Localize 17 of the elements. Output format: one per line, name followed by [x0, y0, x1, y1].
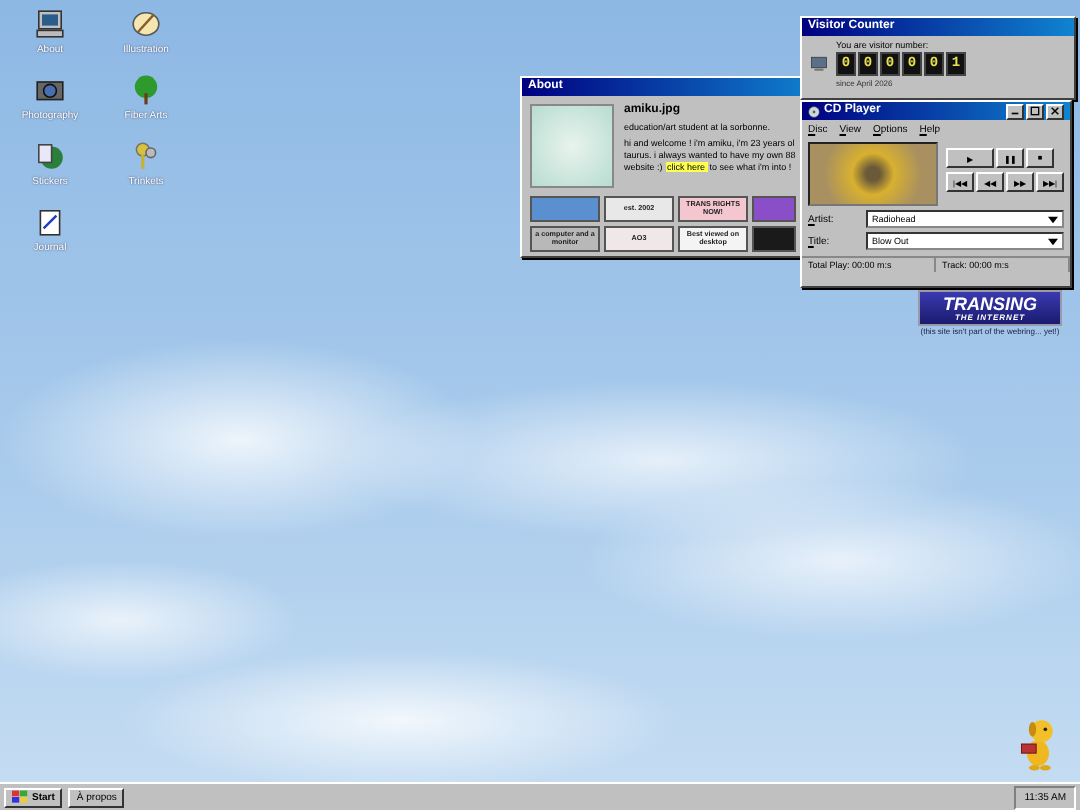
windows-logo-icon: [12, 790, 28, 804]
computer-icon: [810, 56, 828, 72]
computer-icon: [34, 8, 66, 40]
disc-icon: [808, 105, 820, 117]
close-button[interactable]: [1046, 103, 1064, 119]
maximize-button[interactable]: [1026, 103, 1044, 119]
maximize-icon: [1030, 106, 1040, 116]
palette-icon: [130, 8, 162, 40]
minimize-button[interactable]: [1006, 103, 1024, 119]
notepad-icon: [34, 206, 66, 238]
photo-placeholder: [530, 104, 614, 188]
keys-icon: [130, 140, 162, 172]
dropdown-arrow-icon: [1048, 215, 1058, 223]
close-icon: [1050, 106, 1060, 116]
album-art-placeholder: [808, 142, 938, 206]
tree-icon: [130, 74, 162, 106]
dropdown-arrow-icon: [1048, 237, 1058, 245]
